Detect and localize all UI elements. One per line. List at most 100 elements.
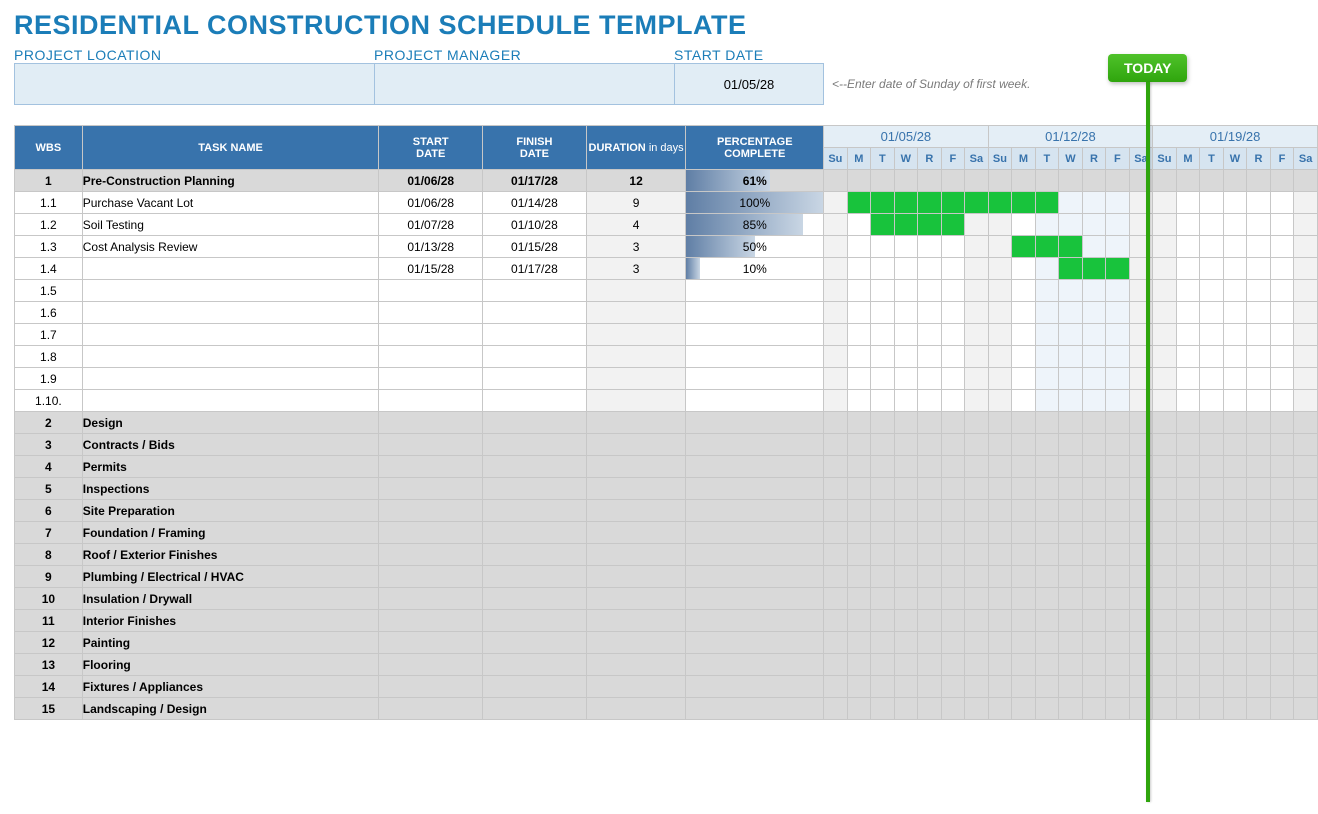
start-cell[interactable] xyxy=(379,412,483,434)
day-cell[interactable] xyxy=(1247,698,1271,720)
wbs-cell[interactable]: 7 xyxy=(15,522,83,544)
day-cell[interactable] xyxy=(918,368,942,390)
day-cell[interactable] xyxy=(941,654,964,676)
duration-cell[interactable] xyxy=(586,302,686,324)
day-cell[interactable] xyxy=(1247,170,1271,192)
day-cell[interactable] xyxy=(988,544,1012,566)
day-cell[interactable] xyxy=(965,170,989,192)
day-cell[interactable] xyxy=(1294,170,1318,192)
day-cell[interactable] xyxy=(1294,566,1318,588)
day-cell[interactable] xyxy=(1035,632,1058,654)
day-cell[interactable] xyxy=(1223,500,1247,522)
day-cell[interactable] xyxy=(1200,412,1223,434)
day-cell[interactable] xyxy=(1294,412,1318,434)
day-cell[interactable] xyxy=(1012,654,1036,676)
day-cell[interactable] xyxy=(1200,280,1223,302)
day-cell[interactable] xyxy=(824,654,848,676)
day-cell[interactable] xyxy=(1270,566,1293,588)
day-cell[interactable] xyxy=(1247,500,1271,522)
day-cell[interactable] xyxy=(1012,566,1036,588)
wbs-cell[interactable]: 1.9 xyxy=(15,368,83,390)
day-cell[interactable] xyxy=(1223,478,1247,500)
day-cell[interactable] xyxy=(1200,390,1223,412)
day-cell[interactable] xyxy=(1200,588,1223,610)
start-cell[interactable]: 01/07/28 xyxy=(379,214,483,236)
day-cell[interactable] xyxy=(1082,214,1106,236)
day-cell[interactable] xyxy=(941,214,964,236)
day-cell[interactable] xyxy=(824,544,848,566)
day-cell[interactable] xyxy=(847,698,871,720)
day-cell[interactable] xyxy=(1059,610,1083,632)
day-cell[interactable] xyxy=(824,500,848,522)
day-cell[interactable] xyxy=(1223,456,1247,478)
day-cell[interactable] xyxy=(941,368,964,390)
day-cell[interactable] xyxy=(1035,214,1058,236)
day-cell[interactable] xyxy=(1247,302,1271,324)
day-cell[interactable] xyxy=(894,170,918,192)
day-cell[interactable] xyxy=(988,214,1012,236)
day-cell[interactable] xyxy=(871,544,894,566)
day-cell[interactable] xyxy=(1082,346,1106,368)
percent-cell[interactable] xyxy=(686,324,824,346)
day-cell[interactable] xyxy=(1294,302,1318,324)
day-cell[interactable] xyxy=(1200,192,1223,214)
day-cell[interactable] xyxy=(988,566,1012,588)
task-cell[interactable]: Purchase Vacant Lot xyxy=(82,192,379,214)
day-cell[interactable] xyxy=(871,522,894,544)
finish-cell[interactable] xyxy=(483,368,587,390)
day-cell[interactable] xyxy=(1035,192,1058,214)
day-cell[interactable] xyxy=(1270,368,1293,390)
day-cell[interactable] xyxy=(1035,654,1058,676)
day-cell[interactable] xyxy=(1082,698,1106,720)
day-cell[interactable] xyxy=(1059,390,1083,412)
day-cell[interactable] xyxy=(965,280,989,302)
day-cell[interactable] xyxy=(1082,544,1106,566)
task-cell[interactable]: Pre-Construction Planning xyxy=(82,170,379,192)
day-cell[interactable] xyxy=(894,280,918,302)
start-cell[interactable] xyxy=(379,434,483,456)
finish-cell[interactable] xyxy=(483,390,587,412)
task-cell[interactable]: Landscaping / Design xyxy=(82,698,379,720)
day-cell[interactable] xyxy=(1294,192,1318,214)
day-cell[interactable] xyxy=(1247,434,1271,456)
day-cell[interactable] xyxy=(824,522,848,544)
finish-cell[interactable]: 01/14/28 xyxy=(483,192,587,214)
start-cell[interactable] xyxy=(379,522,483,544)
day-cell[interactable] xyxy=(824,346,848,368)
day-cell[interactable] xyxy=(941,434,964,456)
task-cell[interactable]: Soil Testing xyxy=(82,214,379,236)
duration-cell[interactable] xyxy=(586,324,686,346)
day-cell[interactable] xyxy=(1035,236,1058,258)
day-cell[interactable] xyxy=(988,478,1012,500)
day-cell[interactable] xyxy=(1082,566,1106,588)
day-cell[interactable] xyxy=(1059,434,1083,456)
day-cell[interactable] xyxy=(1082,500,1106,522)
day-cell[interactable] xyxy=(1082,368,1106,390)
day-cell[interactable] xyxy=(871,610,894,632)
day-cell[interactable] xyxy=(894,456,918,478)
day-cell[interactable] xyxy=(1294,632,1318,654)
day-cell[interactable] xyxy=(1247,412,1271,434)
task-cell[interactable]: Painting xyxy=(82,632,379,654)
day-cell[interactable] xyxy=(1012,192,1036,214)
wbs-cell[interactable]: 1.1 xyxy=(15,192,83,214)
wbs-cell[interactable]: 1.4 xyxy=(15,258,83,280)
day-cell[interactable] xyxy=(1059,698,1083,720)
wbs-cell[interactable]: 4 xyxy=(15,456,83,478)
day-cell[interactable] xyxy=(1059,302,1083,324)
percent-cell[interactable]: 50% xyxy=(686,236,824,258)
day-cell[interactable] xyxy=(1012,500,1036,522)
day-cell[interactable] xyxy=(941,632,964,654)
day-cell[interactable] xyxy=(1247,214,1271,236)
task-cell[interactable] xyxy=(82,280,379,302)
day-cell[interactable] xyxy=(918,192,942,214)
day-cell[interactable] xyxy=(847,236,871,258)
day-cell[interactable] xyxy=(1012,456,1036,478)
start-cell[interactable] xyxy=(379,566,483,588)
day-cell[interactable] xyxy=(918,170,942,192)
day-cell[interactable] xyxy=(1012,390,1036,412)
wbs-cell[interactable]: 1.3 xyxy=(15,236,83,258)
day-cell[interactable] xyxy=(1035,544,1058,566)
day-cell[interactable] xyxy=(1223,610,1247,632)
finish-cell[interactable] xyxy=(483,434,587,456)
